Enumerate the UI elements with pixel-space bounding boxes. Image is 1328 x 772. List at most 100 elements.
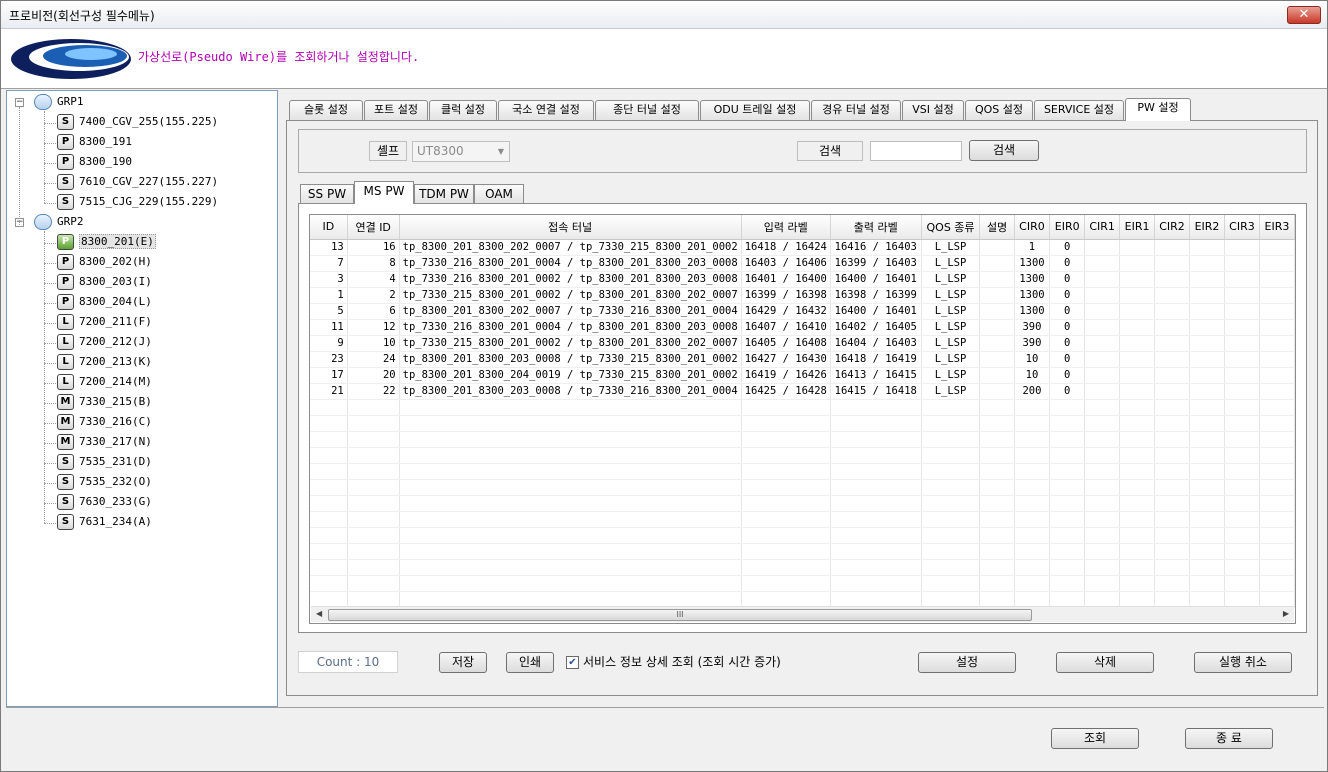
tree-node[interactable]: S 7515_CJG_229(155.229) (57, 193, 218, 211)
tree-node[interactable]: M 7330_216(C) (57, 413, 152, 431)
column-header[interactable]: CIR2 (1154, 215, 1191, 240)
tree-node[interactable]: P 8300_204(L) (57, 293, 152, 311)
tab-7[interactable]: VSI 설정 (902, 100, 964, 120)
print-button[interactable]: 인쇄 (506, 652, 554, 673)
scroll-left-icon[interactable]: ◀ (316, 609, 322, 618)
subtab-1[interactable]: MS PW (354, 181, 414, 204)
tree-node[interactable]: S 7400_CGV_255(155.225) (57, 113, 218, 131)
tab-6[interactable]: 경유 터널 설정 (811, 100, 901, 120)
tree-node[interactable]: P 8300_191 (57, 133, 132, 151)
table-row[interactable]: 11 12 tp_7330_216_8300_201_0004 / tp_8300_… (310, 319, 1295, 336)
table-cell (741, 463, 831, 480)
table-row[interactable]: 21 22 tp_8300_201_8300_203_0008 / tp_7330_… (310, 383, 1295, 400)
tab-5[interactable]: ODU 트레일 설정 (700, 100, 810, 120)
table-cell (1259, 255, 1295, 272)
subtab-0[interactable]: SS PW (300, 184, 354, 203)
table-cell (1154, 351, 1191, 368)
table-row[interactable]: 3 4 tp_7330_216_8300_201_0002 / tp_8300_20… (310, 271, 1295, 288)
table-cell (399, 495, 742, 512)
tree-node[interactable]: L 7200_212(J) (57, 333, 152, 351)
column-header[interactable]: 접속 터널 (399, 215, 742, 240)
table-cell (979, 479, 1015, 496)
table-row[interactable]: 1 2 tp_7330_215_8300_201_0002 / tp_8300_20… (310, 287, 1295, 304)
tree-node[interactable]: P 8300_201(E) (57, 233, 156, 251)
column-header[interactable]: EIR1 (1119, 215, 1156, 240)
device-tree[interactable]: − GRP1 S 7400_CGV_255(155.225) P 8300_191 P 830… (6, 90, 278, 707)
tree-node[interactable]: M 7330_215(B) (57, 393, 152, 411)
tree-node[interactable]: M 7330_217(N) (57, 433, 152, 451)
close-button[interactable]: ✕ (1287, 6, 1321, 24)
set-button[interactable]: 설정 (918, 652, 1016, 673)
table-cell (1119, 559, 1156, 576)
undo-button[interactable]: 실행 취소 (1194, 652, 1292, 673)
pw-settings-panel: 셸프 UT8300 ▼ 검색 검색 SS PW MS PW TDM PW OAM ID… (286, 120, 1318, 696)
table-row[interactable]: 13 16 tp_8300_201_8300_202_0007 / tp_7330_… (310, 239, 1295, 256)
tree-node[interactable]: P 8300_190 (57, 153, 132, 171)
table-row[interactable]: 5 6 tp_8300_201_8300_202_0007 / tp_7330_21… (310, 303, 1295, 320)
detail-query-checkbox[interactable]: ✔ (566, 656, 579, 669)
tree-connector (44, 283, 56, 284)
horizontal-scrollbar[interactable]: ◀ III ▶ (311, 606, 1294, 622)
subtab-3[interactable]: OAM (474, 184, 524, 203)
tree-node[interactable]: S 7535_232(O) (57, 473, 152, 491)
tree-node-label: 7610_CGV_227(155.227) (79, 175, 219, 188)
switch-s-icon: S (57, 454, 74, 470)
tab-0[interactable]: 슬롯 설정 (289, 100, 363, 120)
company-logo (11, 39, 131, 79)
table-cell (1189, 415, 1225, 432)
tab-8[interactable]: QOS 설정 (965, 100, 1033, 120)
tree-collapse-icon[interactable]: − (15, 98, 24, 107)
column-header[interactable]: EIR2 (1189, 215, 1225, 240)
tab-4[interactable]: 종단 터널 설정 (595, 100, 699, 120)
table-row[interactable]: 17 20 tp_8300_201_8300_204_0019 / tp_7330_… (310, 367, 1295, 384)
search-button[interactable]: 검색 (969, 140, 1039, 161)
tree-node[interactable]: S 7630_233(G) (57, 493, 152, 511)
table-cell (921, 511, 981, 528)
tree-node[interactable]: L 7200_214(M) (57, 373, 152, 391)
column-header[interactable]: ID (310, 215, 348, 240)
column-header[interactable]: EIR0 (1049, 215, 1086, 240)
tab-3[interactable]: 국소 연결 설정 (498, 100, 594, 120)
shelf-label: 셸프 (369, 141, 407, 161)
table-cell (1119, 463, 1156, 480)
table-cell (1084, 271, 1121, 288)
save-button[interactable]: 저장 (439, 652, 487, 673)
tree-node[interactable]: P 8300_203(I) (57, 273, 152, 291)
tree-node[interactable]: S 7631_234(A) (57, 513, 152, 531)
column-header[interactable]: 입력 라벨 (741, 215, 831, 240)
pw-table[interactable]: ID 연결 ID 접속 터널 입력 라벨 출력 라벨 QOS 종류 설명 CIR0 EIR0 CI… (309, 214, 1296, 624)
tab-10[interactable]: PW 설정 (1125, 98, 1191, 121)
tree-node[interactable]: P 8300_202(H) (57, 253, 152, 271)
column-header[interactable]: EIR3 (1259, 215, 1295, 240)
exit-button[interactable]: 종 료 (1185, 728, 1273, 749)
query-button[interactable]: 조회 (1051, 728, 1139, 749)
subtab-2[interactable]: TDM PW (414, 184, 474, 203)
table-cell (1259, 591, 1295, 608)
column-header[interactable]: CIR0 (1014, 215, 1051, 240)
column-header[interactable]: QOS 종류 (921, 215, 981, 240)
column-header[interactable]: 연결 ID (347, 215, 400, 240)
tab-2[interactable]: 클럭 설정 (429, 100, 497, 120)
tree-node[interactable]: L 7200_211(F) (57, 313, 152, 331)
scroll-thumb[interactable]: III (328, 609, 1032, 621)
table-cell (1154, 383, 1191, 400)
table-cell: 1300 (1014, 303, 1051, 320)
column-header[interactable]: 출력 라벨 (830, 215, 922, 240)
tab-9[interactable]: SERVICE 설정 (1034, 100, 1124, 120)
table-row[interactable]: 9 10 tp_7330_215_8300_201_0002 / tp_8300_2… (310, 335, 1295, 352)
column-header[interactable]: CIR3 (1224, 215, 1260, 240)
search-input[interactable] (870, 141, 962, 161)
shelf-select[interactable]: UT8300 ▼ (412, 141, 510, 162)
table-row[interactable]: 7 8 tp_7330_216_8300_201_0004 / tp_8300_20… (310, 255, 1295, 272)
column-header[interactable]: CIR1 (1084, 215, 1121, 240)
tree-group[interactable]: GRP1 (34, 93, 84, 111)
delete-button[interactable]: 삭제 (1056, 652, 1154, 673)
tree-node[interactable]: L 7200_213(K) (57, 353, 152, 371)
tree-node[interactable]: S 7535_231(D) (57, 453, 152, 471)
tab-1[interactable]: 포트 설정 (364, 100, 428, 120)
scroll-right-icon[interactable]: ▶ (1283, 609, 1289, 618)
tree-group[interactable]: GRP2 (34, 213, 84, 231)
column-header[interactable]: 설명 (979, 215, 1015, 240)
table-row[interactable]: 23 24 tp_8300_201_8300_203_0008 / tp_7330_… (310, 351, 1295, 368)
tree-node[interactable]: S 7610_CGV_227(155.227) (57, 173, 218, 191)
